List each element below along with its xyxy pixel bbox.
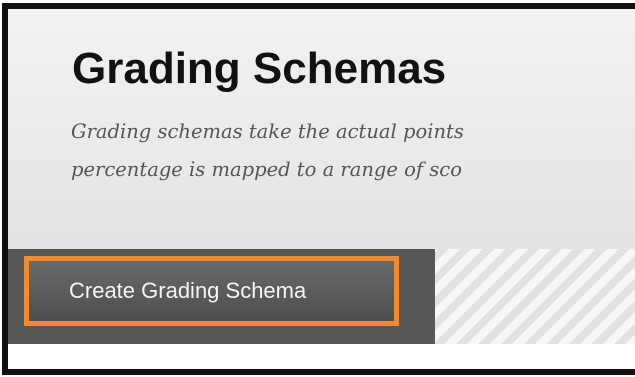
action-bar: Create Grading Schema [8, 249, 635, 344]
page-header: Grading Schemas Grading schemas take the… [8, 9, 635, 249]
page-description: Grading schemas take the actual points p… [71, 113, 464, 189]
create-grading-schema-button[interactable]: Create Grading Schema [24, 256, 399, 326]
page-title: Grading Schemas [72, 44, 447, 93]
screenshot-frame: Grading Schemas Grading schemas take the… [2, 3, 635, 375]
content-area [8, 344, 635, 369]
description-line-1: Grading schemas take the actual points [71, 120, 464, 143]
description-line-2: percentage is mapped to a range of sco [71, 158, 462, 181]
